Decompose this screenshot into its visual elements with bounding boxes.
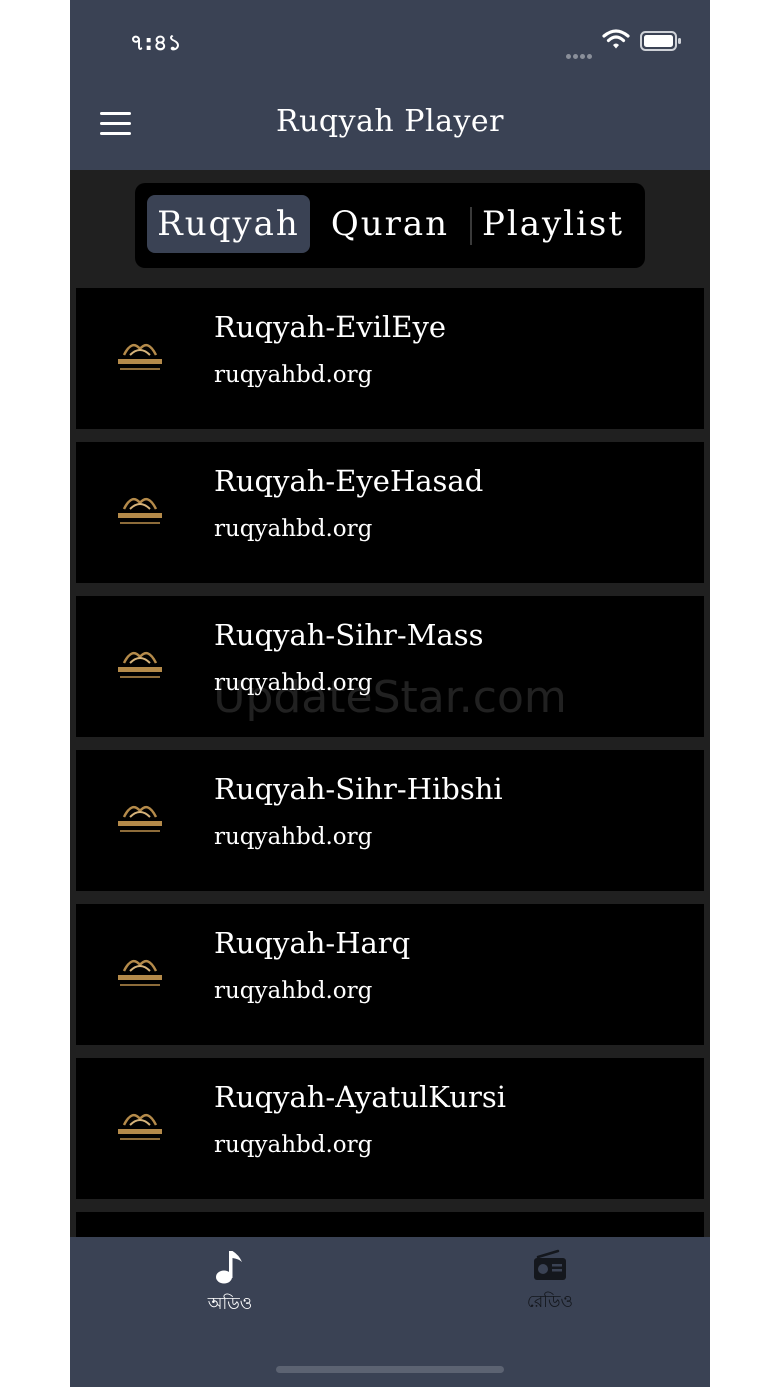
track-source: ruqyahbd.org [214, 1132, 373, 1158]
track-row[interactable]: Ruqyah-EyeHasad ruqyahbd.org [76, 442, 704, 583]
ruqyah-logo-icon [118, 343, 162, 370]
track-source: ruqyahbd.org [214, 824, 373, 850]
track-row[interactable]: Ruqyah-Sihr-Hibshi ruqyahbd.org [76, 750, 704, 891]
tab-label: রেডিও [526, 1292, 574, 1312]
home-indicator [276, 1366, 504, 1373]
segmented-control: Ruqyah Quran Playlist [135, 183, 645, 268]
track-row[interactable]: Ruqyah-Harq ruqyahbd.org [76, 904, 704, 1045]
music-note-icon [216, 1251, 242, 1284]
segment-playlist[interactable]: Playlist [478, 195, 628, 253]
track-row[interactable]: Ruqyah-EvilEye ruqyahbd.org [76, 288, 704, 429]
app-screen: ৭:৪১ Ruqyah Player Ruqyah Quran Playlist [70, 0, 710, 1387]
tab-label: অডিও [207, 1294, 253, 1314]
track-source: ruqyahbd.org [214, 670, 373, 696]
top-bar: ৭:৪১ Ruqyah Player [70, 0, 710, 170]
ruqyah-logo-icon [118, 805, 162, 832]
bottom-tab-bar: অডিও রেডিও [70, 1237, 710, 1387]
page-title: Ruqyah Player [275, 104, 504, 139]
track-title: Ruqyah-AyatulKursi [214, 1080, 506, 1114]
track-row[interactable]: Ruqyah-AyatulKursi ruqyahbd.org [76, 1058, 704, 1199]
ruqyah-logo-icon [118, 497, 162, 524]
track-list: Ruqyah-EvilEye ruqyahbd.org Ruqyah-EyeHa… [76, 288, 704, 1366]
track-title: Ruqyah-EyeHasad [214, 464, 484, 498]
status-time: ৭:৪১ [130, 31, 182, 56]
segment-divider [470, 207, 472, 245]
track-row[interactable]: Ruqyah-Sihr-Mass ruqyahbd.org [76, 596, 704, 737]
track-source: ruqyahbd.org [214, 362, 373, 388]
segment-ruqyah[interactable]: Ruqyah [147, 195, 310, 253]
track-source: ruqyahbd.org [214, 516, 373, 542]
cellular-signal-icon [566, 44, 594, 63]
track-title: Ruqyah-Harq [214, 926, 411, 960]
radio-icon [534, 1249, 566, 1280]
battery-icon [640, 31, 681, 51]
tab-audio[interactable]: অডিও [170, 1249, 290, 1319]
tab-radio[interactable]: রেডিও [490, 1249, 610, 1317]
track-title: Ruqyah-Sihr-Hibshi [214, 772, 503, 806]
track-source: ruqyahbd.org [214, 978, 373, 1004]
wifi-icon [602, 29, 630, 49]
ruqyah-logo-icon [118, 1113, 162, 1140]
ruqyah-logo-icon [118, 959, 162, 986]
ruqyah-logo-icon [118, 651, 162, 678]
track-title: Ruqyah-Sihr-Mass [214, 618, 484, 652]
segment-quran[interactable]: Quran [320, 195, 460, 253]
track-title: Ruqyah-EvilEye [214, 310, 447, 344]
